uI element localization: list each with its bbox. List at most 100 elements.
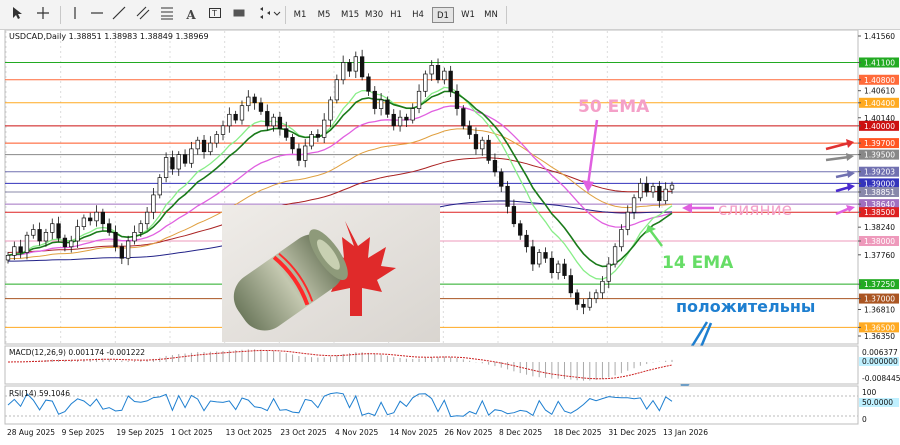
timeframe-m15[interactable]: M15 [338, 7, 362, 23]
candle-body [473, 134, 479, 150]
text-icon[interactable]: A [182, 6, 200, 24]
crosshair-icon[interactable] [34, 6, 52, 24]
candle-body [227, 113, 232, 127]
price-tick-label: 1.40800 [864, 76, 895, 85]
chart-window[interactable]: USDCAD,Daily 1.38851 1.38983 1.38849 1.3… [0, 29, 900, 441]
date-tick-label: 4 Nov 2025 [335, 428, 378, 437]
timeframe-m1[interactable]: M1 [290, 7, 310, 23]
timeframe-m30[interactable]: M30 [362, 7, 386, 23]
candle-body [663, 188, 668, 202]
price-tick-label: 1.40000 [864, 122, 895, 131]
candle-body [486, 139, 491, 161]
candle-body [271, 116, 276, 127]
candle-body [322, 119, 327, 138]
price-tick-label: 1.36810 [864, 306, 895, 315]
candle-body [157, 177, 162, 196]
candle-body [296, 148, 302, 161]
candle-body [461, 108, 466, 127]
price-tick-label: 1.36500 [864, 323, 895, 332]
price-tick-label: 1.39203 [864, 168, 895, 177]
candle-body [43, 232, 49, 242]
candle-body [170, 157, 175, 170]
price-tick-label: 1.38851 [864, 188, 895, 197]
candle-body [309, 134, 314, 147]
candle-body [239, 105, 245, 121]
candle-body [593, 292, 599, 299]
candle-body [195, 139, 200, 150]
candle-body [606, 263, 611, 282]
price-tick-label: 1.40400 [864, 99, 895, 108]
macd-tick-bottom: -0.008445 [862, 374, 900, 383]
candle-body [600, 280, 605, 294]
date-tick-label: 19 Sep 2025 [116, 428, 164, 437]
candle-body [378, 99, 384, 109]
candle-body [81, 217, 87, 227]
timeframe-d1[interactable]: D1 [432, 7, 454, 23]
svg-text:T: T [211, 9, 217, 18]
candle-body [50, 223, 55, 233]
candle-body [416, 90, 422, 109]
price-tick-label: 1.36350 [864, 332, 895, 341]
ema14-label: 14 EMA [662, 253, 734, 273]
candle-body [37, 229, 42, 242]
cursor-icon[interactable] [8, 6, 26, 24]
rsi-panel[interactable] [4, 385, 859, 425]
candle-body [530, 246, 536, 265]
date-tick-label: 8 Dec 2025 [499, 428, 542, 437]
rsi-tick-top: 100 [862, 388, 877, 397]
timeframe-h4[interactable]: H4 [409, 7, 427, 23]
candle-body [574, 292, 580, 305]
date-tick-label: 9 Sep 2025 [62, 428, 105, 437]
price-axis[interactable]: 1.415601.411001.408001.406101.404001.401… [858, 32, 899, 341]
vertical-line-icon[interactable] [66, 6, 84, 24]
date-tick-label: 18 Dec 2025 [554, 428, 602, 437]
timeframe-mn[interactable]: MN [480, 7, 502, 23]
candle-body [328, 99, 333, 121]
candle-body [562, 263, 567, 276]
timeframe-w1[interactable]: W1 [458, 7, 478, 23]
macd-label: MACD(12,26,9) 0.001174 -0.001222 [9, 348, 145, 357]
horizontal-line-icon[interactable] [88, 6, 106, 24]
label-icon[interactable]: T [206, 6, 224, 24]
shapes-icon[interactable] [230, 6, 248, 24]
candle-body [126, 240, 131, 259]
candle-body [18, 246, 23, 253]
canadian-dollar-photo [222, 205, 440, 342]
price-tick-label: 1.37760 [864, 251, 895, 260]
candle-body [290, 136, 295, 150]
date-tick-label: 14 Nov 2025 [390, 428, 438, 437]
candle-body [208, 142, 213, 153]
candle-body [24, 234, 30, 253]
candle-body [189, 148, 194, 164]
chart-header: USDCAD,Daily 1.38851 1.38983 1.38849 1.3… [9, 32, 209, 41]
candle-body [88, 217, 93, 222]
candle-body [359, 56, 365, 78]
positive-label: положительны [676, 297, 815, 316]
candle-body [12, 246, 17, 256]
candle-body [505, 185, 510, 207]
candle-body [265, 111, 270, 127]
timeframe-m5[interactable]: M5 [314, 7, 334, 23]
arrows-icon[interactable] [256, 6, 282, 24]
candle-body [612, 246, 618, 265]
channel-icon[interactable] [134, 6, 152, 24]
date-axis[interactable]: 28 Aug 2025 9 Sep 2025 19 Sep 2025 1 Oct 20… [7, 428, 708, 437]
ema50-label: 50 EMA [578, 97, 650, 117]
candle-body [303, 145, 308, 161]
chart-svg[interactable]: USDCAD,Daily 1.38851 1.38983 1.38849 1.3… [0, 29, 900, 441]
candle-body [62, 237, 68, 248]
candle-body [435, 65, 441, 81]
candle-body [385, 99, 390, 115]
fibonacci-icon[interactable] [158, 6, 176, 24]
trendline-icon[interactable] [110, 6, 128, 24]
candle-body [201, 139, 207, 153]
candle-body [31, 229, 36, 236]
candle-body [638, 183, 643, 199]
price-tick-label: 1.39700 [864, 139, 895, 148]
price-tick-label: 1.40610 [864, 87, 895, 96]
candle-body [397, 116, 403, 127]
timeframe-h1[interactable]: H1 [387, 7, 405, 23]
candle-body [69, 240, 74, 248]
candle-body [182, 154, 188, 164]
price-tick-label: 1.39500 [864, 151, 895, 160]
